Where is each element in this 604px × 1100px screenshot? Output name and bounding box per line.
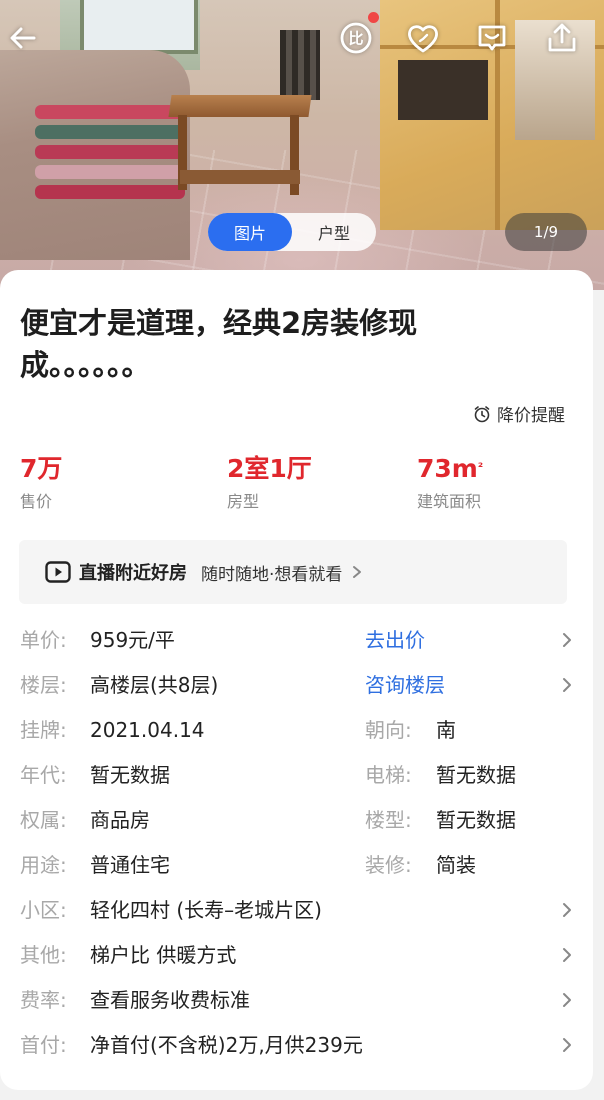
orientation-label: 朝向: [365, 718, 412, 742]
stat-area-value: 73m [417, 454, 478, 483]
listed-value: 2021.04.14 [90, 718, 205, 742]
chevron-right-icon [352, 565, 362, 579]
compare-button[interactable]: 比 [338, 20, 374, 56]
other-value: 梯户比 供暖方式 [90, 943, 237, 967]
stat-area-label: 建筑面积 [417, 492, 482, 511]
back-button[interactable] [5, 20, 41, 56]
detail-row-floor: 楼层: 高楼层(共8层) 咨询楼层 [20, 665, 572, 705]
stat-price: 7万 售价 [20, 452, 62, 512]
live-play-icon [45, 561, 71, 583]
photo-table [168, 95, 312, 117]
stat-area-unit-sup: ² [477, 460, 484, 474]
chevron-right-icon[interactable] [562, 902, 572, 918]
chevron-right-icon[interactable] [562, 947, 572, 963]
price-alert-label: 降价提醒 [497, 406, 565, 426]
detail-row-listed: 挂牌: 2021.04.14 朝向: 南 [20, 710, 572, 750]
community-label: 小区: [20, 898, 67, 922]
gallery-tab-switch: 图片 户型 [208, 213, 376, 251]
live-nearby-banner[interactable]: 直播附近好房 随时随地·想看就看 [19, 540, 567, 604]
listing-title-line1: 便宜才是道理，经典2房装修现 [20, 306, 418, 340]
elevator-label: 电梯: [365, 763, 412, 787]
year-label: 年代: [20, 763, 67, 787]
photo-chair [280, 30, 320, 100]
building-type-label: 楼型: [365, 808, 412, 832]
stat-price-label: 售价 [20, 492, 53, 511]
compare-icon: 比 [340, 22, 372, 54]
chevron-right-icon[interactable] [562, 677, 572, 693]
stat-layout-label: 房型 [227, 492, 260, 511]
building-type-value: 暂无数据 [436, 808, 516, 832]
svg-text:比: 比 [348, 30, 363, 48]
make-offer-link[interactable]: 去出价 [365, 620, 425, 660]
stat-layout-value: 2室1厅 [227, 454, 312, 483]
fee-label: 费率: [20, 988, 67, 1012]
orientation-value: 南 [436, 718, 456, 742]
detail-row-usage: 用途: 普通住宅 装修: 简装 [20, 845, 572, 885]
photo-sofa-stripe [35, 105, 185, 119]
down-payment-label: 首付: [20, 1033, 67, 1057]
ask-floor-link[interactable]: 咨询楼层 [365, 665, 445, 705]
chevron-right-icon[interactable] [562, 992, 572, 1008]
stat-area-value-wrap: 73m² [417, 452, 483, 486]
fee-value: 查看服务收费标准 [90, 988, 250, 1012]
other-label: 其他: [20, 943, 67, 967]
community-value: 轻化四村 (长寿–老城片区) [90, 898, 322, 922]
photo-sofa-stripe [35, 185, 185, 199]
listing-photo[interactable]: 比 图片 户型 1/9 [0, 0, 604, 290]
share-button[interactable] [544, 20, 580, 56]
detail-row-year: 年代: 暂无数据 电梯: 暂无数据 [20, 755, 572, 795]
share-icon [548, 23, 576, 52]
stat-area: 73m² 建筑面积 [417, 452, 483, 512]
floor-label: 楼层: [20, 673, 67, 697]
detail-row-ownership: 权属: 商品房 楼型: 暂无数据 [20, 800, 572, 840]
detail-row-other[interactable]: 其他: 梯户比 供暖方式 [20, 935, 572, 975]
tab-floorplan[interactable]: 户型 [292, 213, 376, 251]
detail-row-fee[interactable]: 费率: 查看服务收费标准 [20, 980, 572, 1020]
unit-price-label: 单价: [20, 628, 67, 652]
alarm-clock-icon [474, 405, 490, 422]
listed-label: 挂牌: [20, 718, 67, 742]
detail-row-community[interactable]: 小区: 轻化四村 (长寿–老城片区) [20, 890, 572, 930]
photo-sofa-stripe [35, 145, 185, 159]
stat-layout: 2室1厅 房型 [227, 452, 312, 512]
listing-title-line2: 成。。。。。。 [20, 348, 151, 382]
ownership-label: 权属: [20, 808, 67, 832]
live-title: 直播附近好房 [79, 563, 187, 584]
floor-value: 高楼层(共8层) [90, 673, 219, 697]
ownership-value: 商品房 [90, 808, 150, 832]
photo-sofa-stripe [35, 125, 185, 139]
message-button[interactable] [474, 20, 510, 56]
photo-cabinet-opening [398, 60, 488, 120]
elevator-value: 暂无数据 [436, 763, 516, 787]
price-alert-button[interactable]: 降价提醒 [473, 401, 565, 426]
favorite-heart-icon [408, 25, 438, 53]
chevron-right-icon[interactable] [562, 632, 572, 648]
live-subtitle: 随时随地·想看就看 [201, 564, 343, 585]
back-arrow-icon [10, 27, 36, 49]
chevron-right-icon[interactable] [562, 1037, 572, 1053]
message-icon [478, 25, 506, 51]
decoration-label: 装修: [365, 853, 412, 877]
usage-value: 普通住宅 [90, 853, 170, 877]
photo-window [80, 0, 198, 54]
detail-row-down-payment[interactable]: 首付: 净首付(不含税)2万,月供239元 [20, 1025, 572, 1065]
tab-photos[interactable]: 图片 [208, 213, 292, 251]
photo-table-shelf [180, 170, 300, 184]
favorite-button[interactable] [405, 20, 441, 56]
photo-counter: 1/9 [505, 213, 587, 251]
compare-badge-dot [368, 12, 379, 23]
down-payment-value: 净首付(不含税)2万,月供239元 [90, 1033, 363, 1057]
decoration-value: 简装 [436, 853, 476, 877]
detail-row-unit-price: 单价: 959元/平 去出价 [20, 620, 572, 660]
year-value: 暂无数据 [90, 763, 170, 787]
unit-price-value: 959元/平 [90, 628, 175, 652]
photo-sofa-stripe [35, 165, 185, 179]
usage-label: 用途: [20, 853, 67, 877]
stat-price-value: 7万 [20, 454, 63, 483]
listing-title: 便宜才是道理，经典2房装修现 成。。。。。。 [20, 302, 480, 386]
listing-info-card: 便宜才是道理，经典2房装修现 成。。。。。。 降价提醒 7万 售价 2室1厅 房… [0, 270, 593, 1090]
